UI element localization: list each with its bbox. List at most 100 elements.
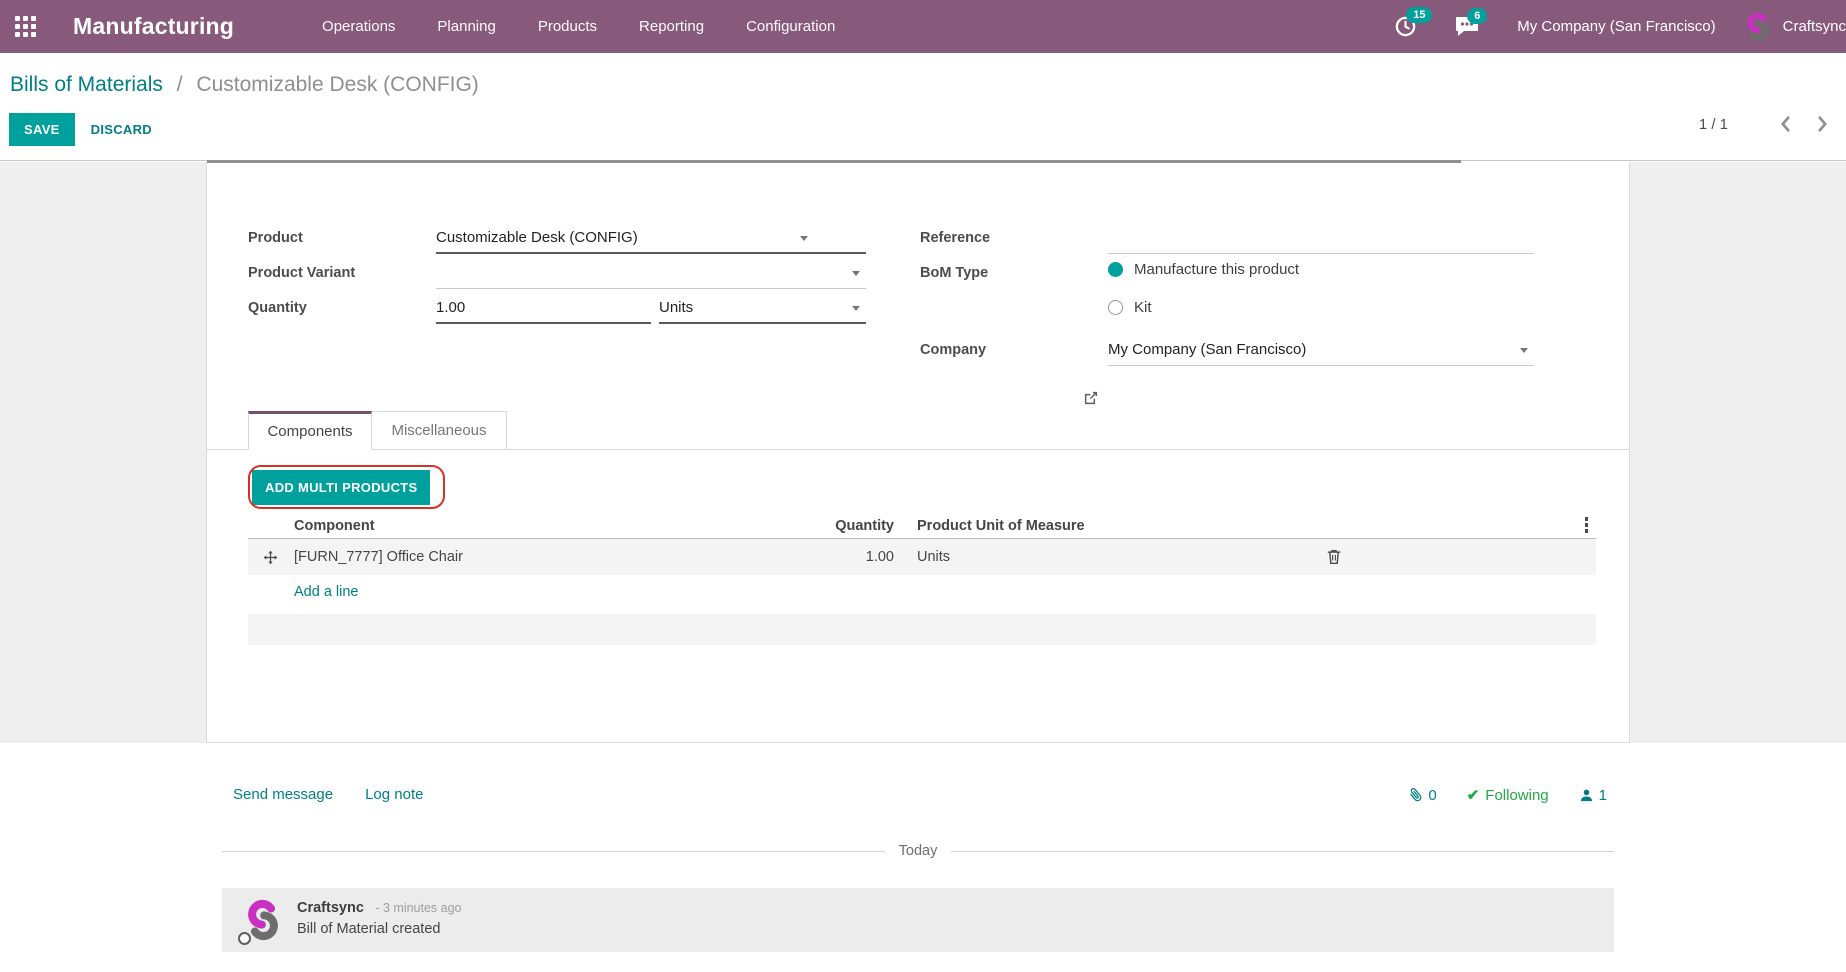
- nav-menu-reporting[interactable]: Reporting: [639, 18, 704, 35]
- company-field[interactable]: My Company (San Francisco): [1108, 334, 1534, 366]
- message-avatar: [240, 897, 286, 943]
- bom-type-label: BoM Type: [920, 257, 988, 289]
- company-value: My Company (San Francisco): [1108, 341, 1306, 358]
- control-panel: Bills of Materials / Customizable Desk (…: [0, 53, 1846, 161]
- activities-badge: 15: [1406, 7, 1432, 23]
- paperclip-icon: [1405, 784, 1427, 807]
- cell-quantity[interactable]: 1.00: [678, 549, 894, 565]
- date-divider: Today: [222, 843, 1614, 859]
- chatter: Send message Log note 0 ✔ Following 1 To…: [0, 743, 1846, 972]
- message-header: Craftsync - 3 minutes ago: [297, 899, 462, 917]
- table-row[interactable]: [FURN_7777] Office Chair 1.00 Units: [248, 539, 1596, 575]
- product-variant-label: Product Variant: [248, 257, 355, 289]
- pager-previous-icon[interactable]: [1778, 115, 1793, 133]
- discard-button[interactable]: DISCARD: [91, 122, 152, 137]
- product-field[interactable]: Customizable Desk (CONFIG): [436, 222, 866, 254]
- avatar-status-icon: [238, 932, 251, 945]
- record-pager: 1 / 1: [1699, 115, 1830, 133]
- nav-menu-planning[interactable]: Planning: [437, 18, 495, 35]
- check-icon: ✔: [1467, 786, 1480, 804]
- horizontal-scrollbar[interactable]: [207, 160, 1461, 163]
- message-author[interactable]: Craftsync: [297, 900, 364, 916]
- nav-menu-products[interactable]: Products: [538, 18, 597, 35]
- log-note-button[interactable]: Log note: [365, 786, 423, 803]
- product-external-link-icon[interactable]: [1083, 390, 1099, 406]
- header-component[interactable]: Component: [292, 518, 678, 534]
- empty-table-row: [248, 614, 1596, 645]
- cell-uom[interactable]: Units: [894, 549, 1314, 565]
- activities-button[interactable]: 15: [1394, 15, 1417, 38]
- attachments-button[interactable]: 0: [1408, 787, 1436, 804]
- product-dropdown-caret-icon[interactable]: [800, 236, 808, 241]
- tab-components[interactable]: Components: [248, 411, 372, 450]
- radio-manufacture-label: Manufacture this product: [1134, 261, 1299, 278]
- add-line-row: Add a line: [248, 575, 1596, 609]
- quantity-field[interactable]: 1.00: [436, 292, 651, 324]
- message-body: Bill of Material created: [297, 921, 440, 937]
- form-sheet: Product Customizable Desk (CONFIG) Produ…: [206, 162, 1630, 743]
- product-label: Product: [248, 222, 303, 254]
- company-label: Company: [920, 334, 986, 366]
- following-button[interactable]: ✔ Following: [1467, 786, 1549, 804]
- attachments-count: 0: [1428, 787, 1436, 804]
- breadcrumb: Bills of Materials / Customizable Desk (…: [10, 73, 479, 97]
- followers-count: 1: [1599, 787, 1607, 804]
- tab-miscellaneous[interactable]: Miscellaneous: [372, 411, 507, 450]
- cell-component[interactable]: [FURN_7777] Office Chair: [292, 549, 678, 565]
- breadcrumb-separator: /: [177, 73, 183, 96]
- drag-handle-icon[interactable]: [248, 550, 292, 565]
- app-name[interactable]: Manufacturing: [73, 13, 234, 40]
- user-menu[interactable]: Craftsync: [1742, 11, 1846, 43]
- add-multi-products-button[interactable]: ADD MULTI PRODUCTS: [252, 470, 430, 505]
- messages-badge: 6: [1467, 8, 1487, 24]
- send-message-button[interactable]: Send message: [233, 786, 333, 803]
- product-variant-field[interactable]: [436, 257, 866, 289]
- delete-row-icon[interactable]: [1314, 549, 1354, 565]
- company-dropdown-caret-icon[interactable]: [1520, 348, 1528, 353]
- user-name: Craftsync: [1783, 18, 1846, 35]
- variant-dropdown-caret-icon[interactable]: [852, 271, 860, 276]
- nav-menu-configuration[interactable]: Configuration: [746, 18, 835, 35]
- followers-button[interactable]: 1: [1579, 787, 1607, 804]
- breadcrumb-parent-link[interactable]: Bills of Materials: [10, 73, 163, 96]
- pager-next-icon[interactable]: [1815, 115, 1830, 133]
- uom-value: Units: [659, 299, 693, 316]
- product-value: Customizable Desk (CONFIG): [436, 229, 638, 246]
- form-view-background: Product Customizable Desk (CONFIG) Produ…: [0, 162, 1846, 743]
- quantity-label: Quantity: [248, 292, 307, 324]
- navbar-right: 15 6 My Company (San Francisco) Craftsyn…: [1394, 11, 1846, 43]
- chatter-actions: Send message Log note: [233, 786, 423, 803]
- apps-grid-icon[interactable]: [15, 16, 37, 38]
- quantity-value: 1.00: [436, 299, 465, 316]
- reference-field[interactable]: [1108, 222, 1534, 254]
- form-buttons: SAVE DISCARD: [9, 113, 152, 146]
- main-menu: Operations Planning Products Reporting C…: [322, 18, 835, 35]
- components-table-header: Component Quantity Product Unit of Measu…: [248, 514, 1596, 539]
- notebook-tabbar: Components Miscellaneous: [207, 411, 1629, 450]
- radio-selected-icon: [1108, 262, 1123, 277]
- company-switcher[interactable]: My Company (San Francisco): [1517, 18, 1715, 35]
- person-icon: [1579, 788, 1594, 803]
- user-avatar: [1742, 11, 1774, 43]
- header-uom[interactable]: Product Unit of Measure: [894, 518, 1314, 534]
- nav-menu-operations[interactable]: Operations: [322, 18, 395, 35]
- save-button[interactable]: SAVE: [9, 113, 75, 146]
- radio-kit-label: Kit: [1134, 299, 1152, 316]
- tab-miscellaneous-label: Miscellaneous: [391, 422, 486, 439]
- tab-components-label: Components: [267, 423, 352, 440]
- messages-button[interactable]: 6: [1455, 16, 1479, 37]
- message-timestamp: - 3 minutes ago: [375, 901, 461, 915]
- header-quantity[interactable]: Quantity: [678, 518, 894, 534]
- optional-columns-icon[interactable]: [1585, 517, 1589, 533]
- chatter-message: Craftsync - 3 minutes ago Bill of Materi…: [222, 888, 1614, 952]
- following-label: Following: [1485, 787, 1548, 804]
- components-table: Component Quantity Product Unit of Measu…: [248, 514, 1596, 645]
- uom-dropdown-caret-icon[interactable]: [852, 306, 860, 311]
- bom-type-radio-kit[interactable]: Kit: [1108, 299, 1152, 316]
- chatter-topbar-right: 0 ✔ Following 1: [1408, 786, 1607, 804]
- uom-field[interactable]: Units: [659, 292, 866, 324]
- top-navbar: Manufacturing Operations Planning Produc…: [0, 0, 1846, 53]
- add-a-line-link[interactable]: Add a line: [294, 584, 359, 600]
- reference-label: Reference: [920, 222, 990, 254]
- bom-type-radio-manufacture[interactable]: Manufacture this product: [1108, 261, 1299, 278]
